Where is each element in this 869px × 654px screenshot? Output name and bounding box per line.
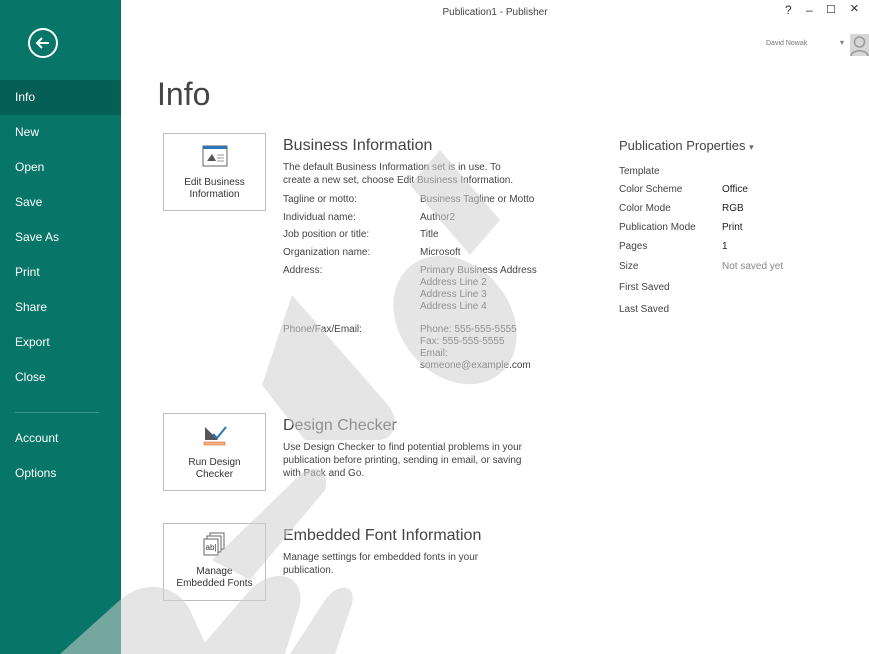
field-label-individual: Individual name:: [283, 212, 356, 223]
field-value-address-4: Address Line 4: [420, 301, 487, 312]
embedded-fonts-icon: ab|: [203, 532, 224, 556]
nav-divider: [15, 412, 99, 413]
prop-label-pages: Pages: [619, 241, 648, 252]
embedded-fonts-desc-2: publication.: [283, 565, 334, 576]
prop-label-last-saved: Last Saved: [619, 304, 670, 315]
prop-label-first-saved: First Saved: [619, 282, 670, 293]
design-checker-icon: [203, 426, 227, 446]
prop-value-color-scheme: Office: [722, 184, 748, 195]
run-design-checker-button[interactable]: Run Design Checker: [163, 413, 266, 491]
design-checker-desc-3: with Pack and Go.: [283, 468, 365, 479]
edit-business-info-button[interactable]: Edit Business Information: [163, 133, 266, 211]
run-design-label-1: Run Design: [188, 457, 241, 468]
prop-value-size: Not saved yet: [722, 261, 784, 272]
field-label-contact: Phone/Fax/Email:: [283, 324, 362, 335]
business-info-desc-2: create a new set, choose Edit Business I…: [283, 175, 514, 186]
backstage-sidebar: Info New Open Save Save As Print Share E…: [0, 0, 121, 654]
prop-label-publication-mode: Publication Mode: [619, 222, 696, 233]
field-value-org: Microsoft: [420, 247, 461, 258]
business-info-title: Business Information: [283, 137, 433, 154]
svg-text:ab|: ab|: [205, 543, 216, 552]
nav-close[interactable]: Close: [0, 360, 121, 395]
embedded-fonts-title: Embedded Font Information: [283, 527, 482, 544]
prop-value-publication-mode: Print: [722, 222, 743, 233]
edit-business-label-1: Edit Business: [184, 177, 245, 188]
business-info-desc-1: The default Business Information set is …: [283, 162, 501, 173]
publication-properties-title: Publication Properties: [619, 138, 746, 153]
nav-share[interactable]: Share: [0, 290, 121, 325]
design-checker-desc-2: publication before printing, sending in …: [283, 455, 522, 466]
prop-label-color-scheme: Color Scheme: [619, 184, 683, 195]
field-value-email: someone@example.com: [420, 360, 531, 371]
nav-print[interactable]: Print: [0, 255, 121, 290]
edit-business-label-2: Information: [189, 189, 240, 200]
nav-account[interactable]: Account: [0, 421, 121, 456]
prop-value-color-mode: RGB: [722, 203, 744, 214]
field-value-tagline: Business Tagline or Motto: [420, 194, 535, 205]
avatar[interactable]: [850, 34, 869, 56]
nav-info[interactable]: Info: [0, 80, 121, 115]
run-design-label-2: Checker: [195, 469, 234, 480]
field-value-address-2: Address Line 2: [420, 277, 487, 288]
manage-fonts-label-2: Embedded Fonts: [176, 578, 253, 589]
nav-save-as[interactable]: Save As: [0, 220, 121, 255]
field-value-address-3: Address Line 3: [420, 289, 487, 300]
nav-export[interactable]: Export: [0, 325, 121, 360]
design-checker-title: Design Checker: [283, 417, 397, 434]
prop-label-size: Size: [619, 261, 639, 272]
field-label-org: Organization name:: [283, 247, 371, 258]
back-button[interactable]: [28, 28, 58, 58]
nav-save[interactable]: Save: [0, 185, 121, 220]
prop-label-color-mode: Color Mode: [619, 203, 671, 214]
close-button[interactable]: ×: [850, 0, 859, 17]
field-value-fax: Fax: 555-555-5555: [420, 336, 505, 347]
field-value-job: Title: [420, 229, 439, 240]
help-button[interactable]: ?: [785, 3, 792, 17]
back-arrow-icon: [35, 37, 49, 49]
user-name[interactable]: David Nowak: [766, 40, 807, 47]
field-value-phone: Phone: 555-555-5555: [420, 324, 517, 335]
window-title: Publication1 - Publisher: [442, 7, 548, 18]
field-label-tagline: Tagline or motto:: [283, 194, 357, 205]
design-checker-desc-1: Use Design Checker to find potential pro…: [283, 442, 523, 453]
properties-caret-icon: ▾: [749, 142, 754, 152]
user-menu-caret-icon[interactable]: ▾: [840, 38, 844, 47]
field-label-address: Address:: [283, 265, 323, 276]
nav-options[interactable]: Options: [0, 456, 121, 491]
page-title: Info: [157, 76, 211, 112]
field-value-individual: Author2: [420, 212, 456, 223]
field-value-email-label: Email:: [420, 348, 448, 359]
prop-value-pages: 1: [722, 241, 728, 252]
field-value-address-1: Primary Business Address: [420, 265, 537, 276]
field-label-job: Job position or title:: [283, 229, 370, 240]
nav-open[interactable]: Open: [0, 150, 121, 185]
title-bar: Publication1 - Publisher: [121, 0, 869, 30]
business-info-icon: [202, 145, 227, 167]
minimize-button[interactable]: –: [806, 3, 813, 17]
backstage-nav: Info New Open Save Save As Print Share E…: [0, 80, 121, 491]
manage-fonts-label-1: Manage: [196, 566, 233, 577]
nav-new[interactable]: New: [0, 115, 121, 150]
embedded-fonts-desc-1: Manage settings for embedded fonts in yo…: [283, 552, 479, 563]
publication-properties-dropdown[interactable]: Publication Properties ▾: [619, 138, 754, 153]
user-avatar-icon: [850, 36, 869, 56]
maximize-button[interactable]: ☐: [826, 3, 836, 16]
manage-embedded-fonts-button[interactable]: ab| Manage Embedded Fonts: [163, 523, 266, 601]
prop-label-template: Template: [619, 166, 660, 177]
